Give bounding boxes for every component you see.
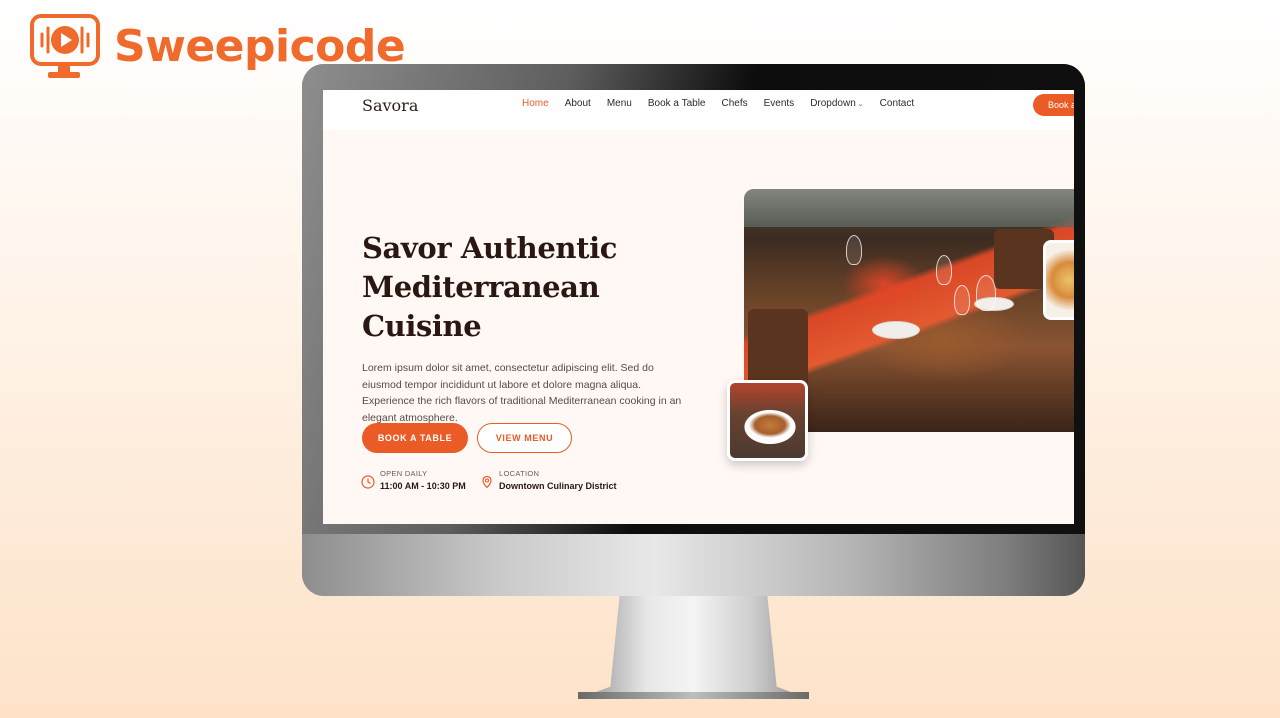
location-value: Downtown Culinary District [499,481,617,491]
opening-hours: OPEN DAILY 11:00 AM - 10:30 PM [361,469,466,491]
photo-plate [872,321,920,339]
map-pin-icon [482,475,492,489]
hours-value: 11:00 AM - 10:30 PM [380,481,466,491]
photo-glass [846,235,862,265]
location-info: LOCATION Downtown Culinary District [480,469,617,491]
hero-title: Savor Authentic Mediterranean Cuisine [362,231,617,343]
hours-label: OPEN DAILY [380,469,428,478]
grilled-dish-photo [727,380,808,461]
site-logo[interactable]: Savora [362,96,418,115]
location-label: LOCATION [499,469,540,478]
view-menu-button[interactable]: VIEW MENU [477,423,572,453]
nav-contact[interactable]: Contact [880,98,914,109]
clock-icon [361,475,375,489]
nav-dropdown[interactable]: Dropdown ⌄ [810,98,863,109]
book-table-button[interactable]: BOOK A TABLE [362,423,468,453]
nav-book-button[interactable]: Book a [1033,94,1074,116]
monitor-frame: Savora Home About Menu Book a Table Chef… [302,64,1085,596]
nav-menu[interactable]: Menu [607,98,632,109]
nav-home[interactable]: Home [522,98,549,109]
site-navbar: Savora Home About Menu Book a Table Chef… [323,90,1074,130]
monitor-stand-base [578,692,809,699]
nav-events[interactable]: Events [764,98,795,109]
photo-glass [936,255,952,285]
monitor-stand [578,596,809,699]
photo-glass [976,275,996,311]
brand-name: Sweepicode [114,21,406,72]
photo-glass [954,285,970,315]
chevron-down-icon: ⌄ [857,101,864,108]
food-thumbnail-photo [1043,240,1074,320]
nav-about[interactable]: About [565,98,591,109]
monitor-chin [302,534,1085,596]
nav-dropdown-label: Dropdown [810,98,856,109]
photo-windows [744,189,1074,227]
website-screen: Savora Home About Menu Book a Table Chef… [323,90,1074,524]
hero-description: Lorem ipsum dolor sit amet, consectetur … [362,362,682,424]
nav-book-a-table[interactable]: Book a Table [648,98,706,109]
nav-links: Home About Menu Book a Table Chefs Event… [522,98,914,109]
nav-chefs[interactable]: Chefs [721,98,747,109]
monitor-play-code-icon [30,14,102,80]
